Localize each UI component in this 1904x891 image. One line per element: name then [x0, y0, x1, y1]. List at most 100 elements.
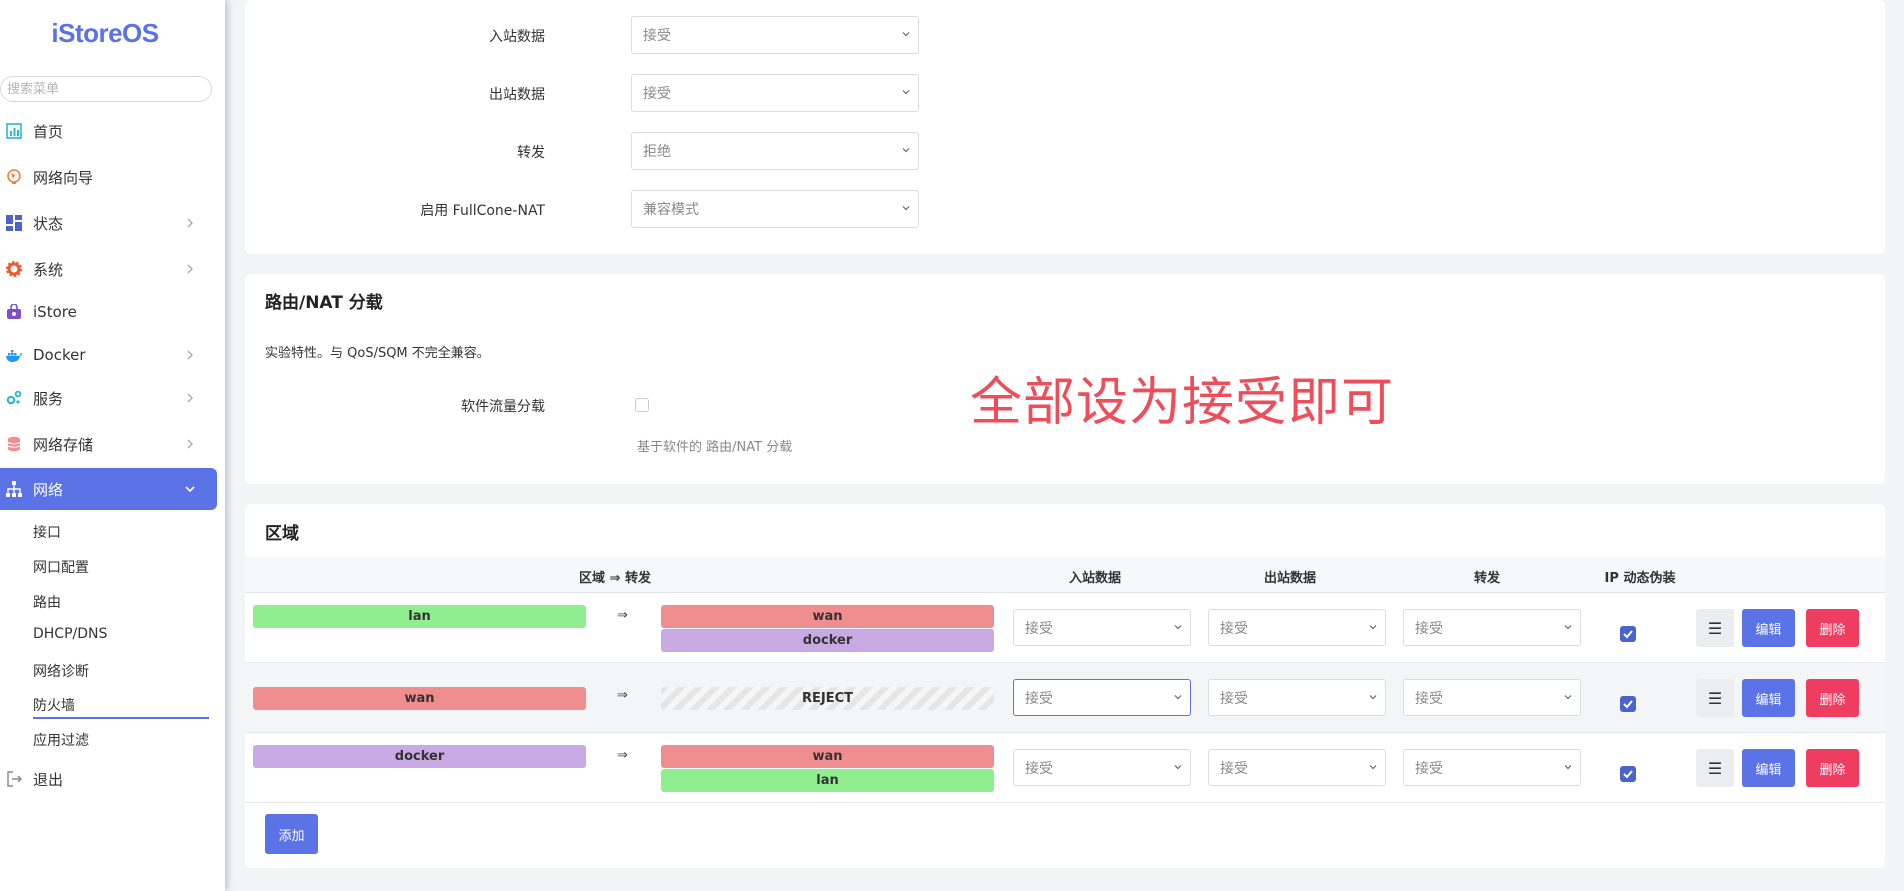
sidebar-item-wizard[interactable]: 网络向导: [0, 156, 217, 198]
chevron-down-icon: [902, 90, 910, 95]
zone-output-select[interactable]: 接受: [1208, 609, 1386, 646]
zone-output-select[interactable]: 接受: [1208, 749, 1386, 786]
input-policy-select[interactable]: 接受: [631, 16, 919, 54]
general-settings-card: 入站数据 接受 出站数据 接受 转发 拒绝 启用 FullCone-NAT 兼容…: [245, 0, 1885, 254]
table-row: docker ⇒ wan lan 接受 接受 接受 ☰ 编辑 删除: [245, 733, 1885, 803]
zones-card: 区域 区域 ⇒ 转发 入站数据 出站数据 转发 IP 动态伪装 lan ⇒ wa…: [245, 504, 1885, 868]
chevron-down-icon: [902, 32, 910, 37]
fullcone-nat-select[interactable]: 兼容模式: [631, 190, 919, 228]
check-icon: [1623, 630, 1633, 639]
drag-handle-button[interactable]: ☰: [1696, 679, 1734, 717]
dashboard-icon: [6, 123, 22, 139]
edit-button[interactable]: 编辑: [1742, 749, 1795, 787]
store-icon: [7, 304, 21, 319]
sidebar-sub-interfaces[interactable]: 接口: [33, 522, 61, 542]
chevron-down-icon: [1369, 695, 1377, 700]
zone-forward-select[interactable]: 接受: [1403, 749, 1581, 786]
grid-icon: [6, 215, 22, 231]
software-offload-checkbox[interactable]: [635, 398, 649, 412]
masquerade-checkbox[interactable]: [1620, 626, 1636, 642]
sidebar: iStoreOS 首页 网络向导 状态 系统 iStore Docker 服务 …: [0, 0, 225, 891]
sidebar-sub-diagnostics[interactable]: 网络诊断: [33, 661, 89, 681]
sidebar-item-istore[interactable]: iStore: [0, 291, 217, 333]
sidebar-item-network[interactable]: 网络: [0, 468, 217, 510]
fullcone-nat-label: 启用 FullCone-NAT: [420, 203, 545, 219]
sidebar-item-logout[interactable]: 退出: [0, 758, 217, 800]
sidebar-item-status[interactable]: 状态: [0, 202, 217, 244]
globe-icon: [7, 169, 21, 184]
offload-title: 路由/NAT 分载: [265, 293, 383, 313]
chevron-down-icon: [1564, 695, 1572, 700]
software-offload-label: 软件流量分载: [461, 399, 545, 415]
delete-button[interactable]: 删除: [1806, 609, 1859, 647]
sidebar-sub-routes[interactable]: 路由: [33, 592, 61, 612]
output-policy-select[interactable]: 接受: [631, 74, 919, 112]
annotation-text: 全部设为接受即可: [970, 373, 1395, 433]
zone-forward-select[interactable]: 接受: [1403, 679, 1581, 716]
app-logo[interactable]: iStoreOS: [0, 18, 210, 49]
zones-table-header: 区域 ⇒ 转发 入站数据 出站数据 转发 IP 动态伪装: [245, 557, 1885, 593]
zone-target-docker: docker: [661, 629, 994, 652]
zones-title: 区域: [265, 524, 299, 544]
database-icon: [7, 436, 21, 452]
check-icon: [1623, 700, 1633, 709]
check-icon: [1623, 770, 1633, 779]
chevron-right-icon: [187, 439, 193, 449]
output-policy-label: 出站数据: [489, 87, 545, 103]
chevron-right-icon: [187, 264, 193, 274]
chevron-down-icon: [902, 206, 910, 211]
add-zone-button[interactable]: 添加: [265, 814, 318, 854]
zone-input-select[interactable]: 接受: [1013, 609, 1191, 646]
sidebar-item-label: 网络向导: [33, 168, 94, 187]
sidebar-item-label: 首页: [33, 122, 64, 141]
chevron-right-icon: [187, 350, 193, 360]
zone-output-select[interactable]: 接受: [1208, 679, 1386, 716]
chevron-right-icon: [187, 218, 193, 228]
masquerade-checkbox[interactable]: [1620, 766, 1636, 782]
forward-arrow: ⇒: [617, 748, 628, 763]
sidebar-item-label: 网络存储: [33, 435, 94, 454]
zone-input-select[interactable]: 接受: [1013, 679, 1191, 716]
chevron-down-icon: [902, 148, 910, 153]
zone-target-wan: wan: [661, 605, 994, 628]
input-policy-label: 入站数据: [489, 29, 545, 45]
drag-handle-button[interactable]: ☰: [1696, 609, 1734, 647]
chevron-down-icon: [1369, 625, 1377, 630]
sidebar-item-label: Docker: [33, 346, 86, 364]
chevron-down-icon: [1174, 625, 1182, 630]
docker-icon: [6, 350, 22, 362]
zone-source-wan: wan: [253, 687, 586, 710]
sidebar-item-storage[interactable]: 网络存储: [0, 423, 217, 465]
offload-description: 实验特性。与 QoS/SQM 不完全兼容。: [265, 346, 490, 361]
sidebar-sub-app-filter[interactable]: 应用过滤: [33, 730, 89, 750]
sidebar-item-docker[interactable]: Docker: [0, 334, 217, 376]
table-row: wan ⇒ REJECT 接受 接受 接受 ☰ 编辑 删除: [245, 663, 1885, 733]
zone-input-select[interactable]: 接受: [1013, 749, 1191, 786]
cogs-icon: [6, 390, 22, 405]
edit-button[interactable]: 编辑: [1742, 679, 1795, 717]
sidebar-item-label: 网络: [33, 480, 64, 499]
sidebar-item-label: 状态: [33, 214, 64, 233]
sidebar-item-label: 服务: [33, 389, 64, 408]
zone-forward-select[interactable]: 接受: [1403, 609, 1581, 646]
forward-arrow: ⇒: [617, 608, 628, 623]
masquerade-checkbox[interactable]: [1620, 696, 1636, 712]
sidebar-item-home[interactable]: 首页: [0, 110, 217, 152]
page-scrollbar[interactable]: [1896, 0, 1904, 891]
sidebar-item-services[interactable]: 服务: [0, 377, 217, 419]
menu-search-input[interactable]: [0, 76, 212, 102]
sitemap-icon: [6, 481, 22, 497]
edit-button[interactable]: 编辑: [1742, 609, 1795, 647]
sidebar-sub-dhcp-dns[interactable]: DHCP/DNS: [33, 626, 107, 642]
forward-policy-select[interactable]: 拒绝: [631, 132, 919, 170]
delete-button[interactable]: 删除: [1806, 679, 1859, 717]
delete-button[interactable]: 删除: [1806, 749, 1859, 787]
sidebar-item-system[interactable]: 系统: [0, 248, 217, 290]
sidebar-sub-firewall[interactable]: 防火墙: [33, 695, 75, 715]
col-zone-forward: 区域 ⇒ 转发: [579, 571, 651, 586]
gear-icon: [6, 261, 22, 277]
col-masquerading: IP 动态伪装: [1604, 571, 1676, 586]
sidebar-sub-port-config[interactable]: 网口配置: [33, 557, 89, 577]
chevron-down-icon: [1564, 625, 1572, 630]
drag-handle-button[interactable]: ☰: [1696, 749, 1734, 787]
